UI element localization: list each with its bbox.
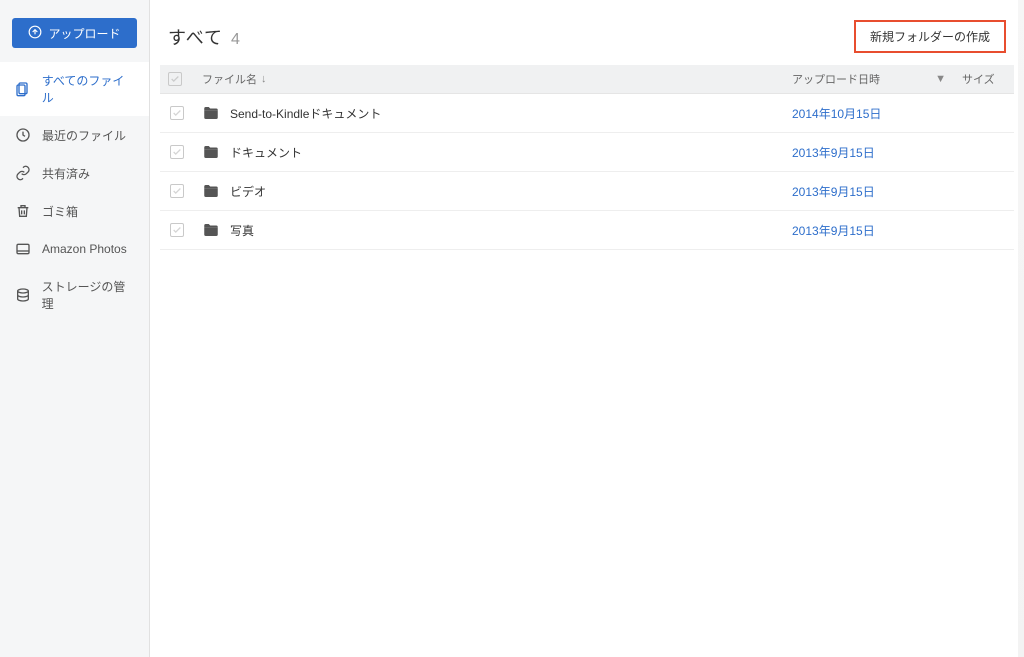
- row-name: 写真: [230, 222, 254, 239]
- row-name: ドキュメント: [230, 144, 302, 161]
- sidebar: アップロード すべてのファイル最近のファイル共有済みゴミ箱 Amazon Phot…: [0, 0, 150, 657]
- page-title: すべて: [168, 24, 223, 50]
- row-name-cell[interactable]: ドキュメント: [194, 133, 784, 172]
- row-name-cell[interactable]: ビデオ: [194, 172, 784, 211]
- col-date[interactable]: アップロード日時 ▼: [784, 65, 954, 94]
- table-row[interactable]: ドキュメント 2013年9月15日: [160, 133, 1014, 172]
- link-icon: [14, 164, 32, 182]
- folder-icon: [202, 143, 220, 161]
- sidebar-item-label: 共有済み: [42, 165, 90, 182]
- row-name-cell[interactable]: Send-to-Kindleドキュメント: [194, 94, 784, 133]
- col-name[interactable]: ファイル名 ↓: [194, 65, 784, 94]
- table-row[interactable]: 写真 2013年9月15日: [160, 211, 1014, 250]
- row-select-cell[interactable]: [160, 211, 194, 250]
- sidebar-item-label: すべてのファイル: [42, 72, 135, 106]
- row-date: 2013年9月15日: [784, 133, 954, 172]
- sidebar-item-1[interactable]: 最近のファイル: [0, 116, 149, 154]
- sidebar-item-label: 最近のファイル: [42, 127, 126, 144]
- sidebar-nav: すべてのファイル最近のファイル共有済みゴミ箱 Amazon Photos ストレージ…: [0, 62, 149, 322]
- item-count: 4: [231, 31, 240, 49]
- trash-icon: [14, 202, 32, 220]
- title-wrap: すべて 4: [168, 24, 240, 50]
- row-select-cell[interactable]: [160, 133, 194, 172]
- col-select[interactable]: [160, 65, 194, 94]
- select-all-checkbox[interactable]: [168, 72, 182, 86]
- row-name-cell[interactable]: 写真: [194, 211, 784, 250]
- sidebar-item-label: ゴミ箱: [42, 203, 78, 220]
- folder-icon: [202, 104, 220, 122]
- sidebar-item-3[interactable]: ゴミ箱: [0, 192, 149, 230]
- row-date: 2013年9月15日: [784, 211, 954, 250]
- clock-icon: [14, 126, 32, 144]
- sidebar-item-4[interactable]: Amazon Photos: [0, 230, 149, 268]
- storage-icon: [14, 286, 32, 304]
- row-date: 2013年9月15日: [784, 172, 954, 211]
- col-size-label: サイズ: [962, 74, 995, 86]
- folder-icon: [202, 221, 220, 239]
- main-header: すべて 4 新規フォルダーの作成: [150, 0, 1024, 65]
- upload-button[interactable]: アップロード: [12, 18, 137, 48]
- folder-icon: [202, 182, 220, 200]
- file-table: ファイル名 ↓ アップロード日時 ▼ サイズ Send-to: [160, 65, 1014, 250]
- table-row[interactable]: ビデオ 2013年9月15日: [160, 172, 1014, 211]
- scrollbar[interactable]: [1018, 0, 1024, 657]
- row-size: [954, 211, 1014, 250]
- app-root: アップロード すべてのファイル最近のファイル共有済みゴミ箱 Amazon Phot…: [0, 0, 1024, 657]
- row-name: ビデオ: [230, 183, 266, 200]
- row-select-cell[interactable]: [160, 94, 194, 133]
- sort-indicator-icon: ▼: [935, 73, 946, 85]
- table-row[interactable]: Send-to-Kindleドキュメント 2014年10月15日: [160, 94, 1014, 133]
- col-name-label: ファイル名: [202, 71, 257, 87]
- row-checkbox[interactable]: [170, 184, 184, 198]
- files-icon: [14, 80, 32, 98]
- sidebar-item-0[interactable]: すべてのファイル: [0, 62, 149, 116]
- photos-icon: [14, 240, 32, 258]
- row-select-cell[interactable]: [160, 172, 194, 211]
- sidebar-item-label: Amazon Photos: [42, 242, 127, 256]
- sort-down-icon: ↓: [261, 73, 267, 85]
- col-size[interactable]: サイズ: [954, 65, 1014, 94]
- row-size: [954, 94, 1014, 133]
- upload-icon: [28, 25, 42, 42]
- new-folder-button[interactable]: 新規フォルダーの作成: [854, 20, 1006, 53]
- col-date-label: アップロード日時: [792, 71, 880, 87]
- table-header-row: ファイル名 ↓ アップロード日時 ▼ サイズ: [160, 65, 1014, 94]
- row-name: Send-to-Kindleドキュメント: [230, 105, 381, 122]
- sidebar-item-2[interactable]: 共有済み: [0, 154, 149, 192]
- row-checkbox[interactable]: [170, 223, 184, 237]
- row-size: [954, 133, 1014, 172]
- upload-label: アップロード: [48, 25, 120, 42]
- new-folder-label: 新規フォルダーの作成: [870, 30, 990, 44]
- sidebar-item-label: ストレージの管理: [42, 278, 135, 312]
- sidebar-item-5[interactable]: ストレージの管理: [0, 268, 149, 322]
- row-date: 2014年10月15日: [784, 94, 954, 133]
- row-checkbox[interactable]: [170, 145, 184, 159]
- row-size: [954, 172, 1014, 211]
- row-checkbox[interactable]: [170, 106, 184, 120]
- main-area: すべて 4 新規フォルダーの作成 ファイル名: [150, 0, 1024, 657]
